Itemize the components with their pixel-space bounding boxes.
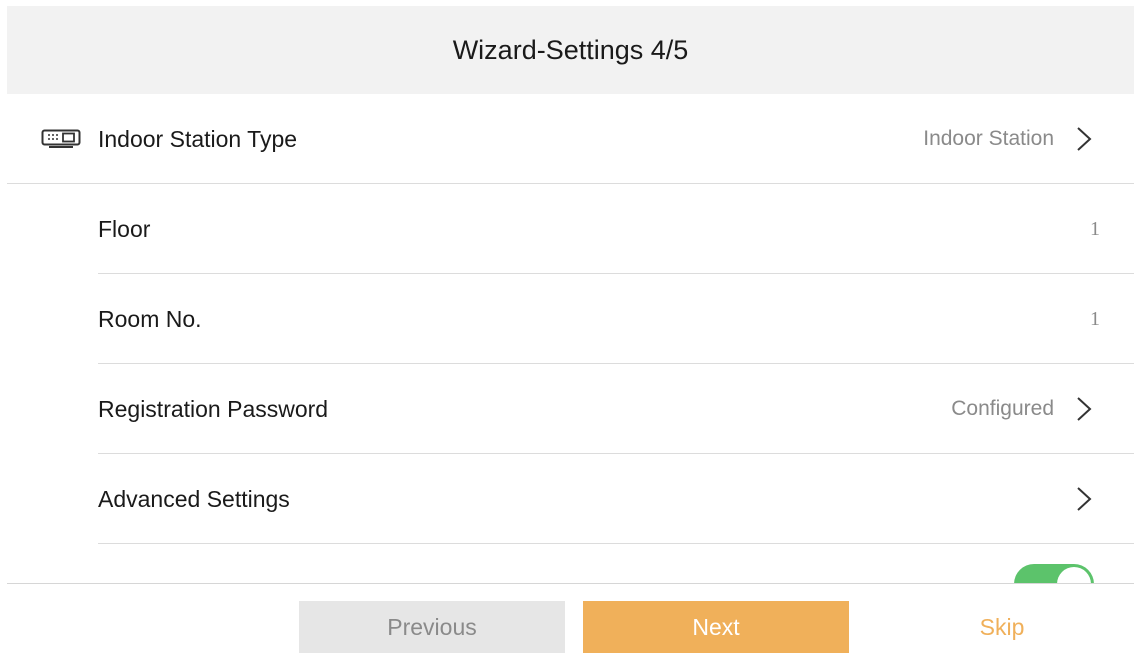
chevron-right-icon (1077, 127, 1092, 151)
chevron-right-icon (1077, 397, 1092, 421)
footer-bar: Previous Next Skip (7, 583, 1134, 668)
page-header: Wizard-Settings 4/5 (7, 6, 1134, 94)
registration-password-label: Registration Password (98, 396, 329, 422)
floor-row[interactable]: Floor 1 (7, 184, 1134, 274)
page-title: Wizard-Settings 4/5 (452, 34, 689, 65)
wizard-screen: Wizard-Settings 4/5 Indoor Station Type … (7, 6, 1134, 668)
advanced-settings-label: Advanced Settings (98, 486, 290, 512)
floor-value: 1 (1090, 218, 1100, 240)
room-no-row[interactable]: Room No. 1 (7, 274, 1134, 364)
room-no-label: Room No. (98, 306, 202, 332)
floor-label: Floor (98, 216, 151, 242)
skip-button[interactable]: Skip (932, 601, 1072, 653)
indoor-station-type-row[interactable]: Indoor Station Type Indoor Station (7, 94, 1134, 184)
indoor-station-icon (41, 128, 81, 150)
registration-password-row[interactable]: Registration Password Configured (7, 364, 1134, 454)
chevron-right-icon (1077, 487, 1092, 511)
indoor-station-type-value: Indoor Station (923, 127, 1054, 150)
room-no-value: 1 (1090, 308, 1100, 330)
previous-button[interactable]: Previous (299, 601, 565, 653)
next-button[interactable]: Next (583, 601, 849, 653)
advanced-settings-row[interactable]: Advanced Settings (7, 454, 1134, 544)
settings-list: Indoor Station Type Indoor Station Floor… (7, 94, 1134, 634)
indoor-station-type-label: Indoor Station Type (98, 126, 298, 152)
registration-password-value: Configured (951, 397, 1054, 420)
